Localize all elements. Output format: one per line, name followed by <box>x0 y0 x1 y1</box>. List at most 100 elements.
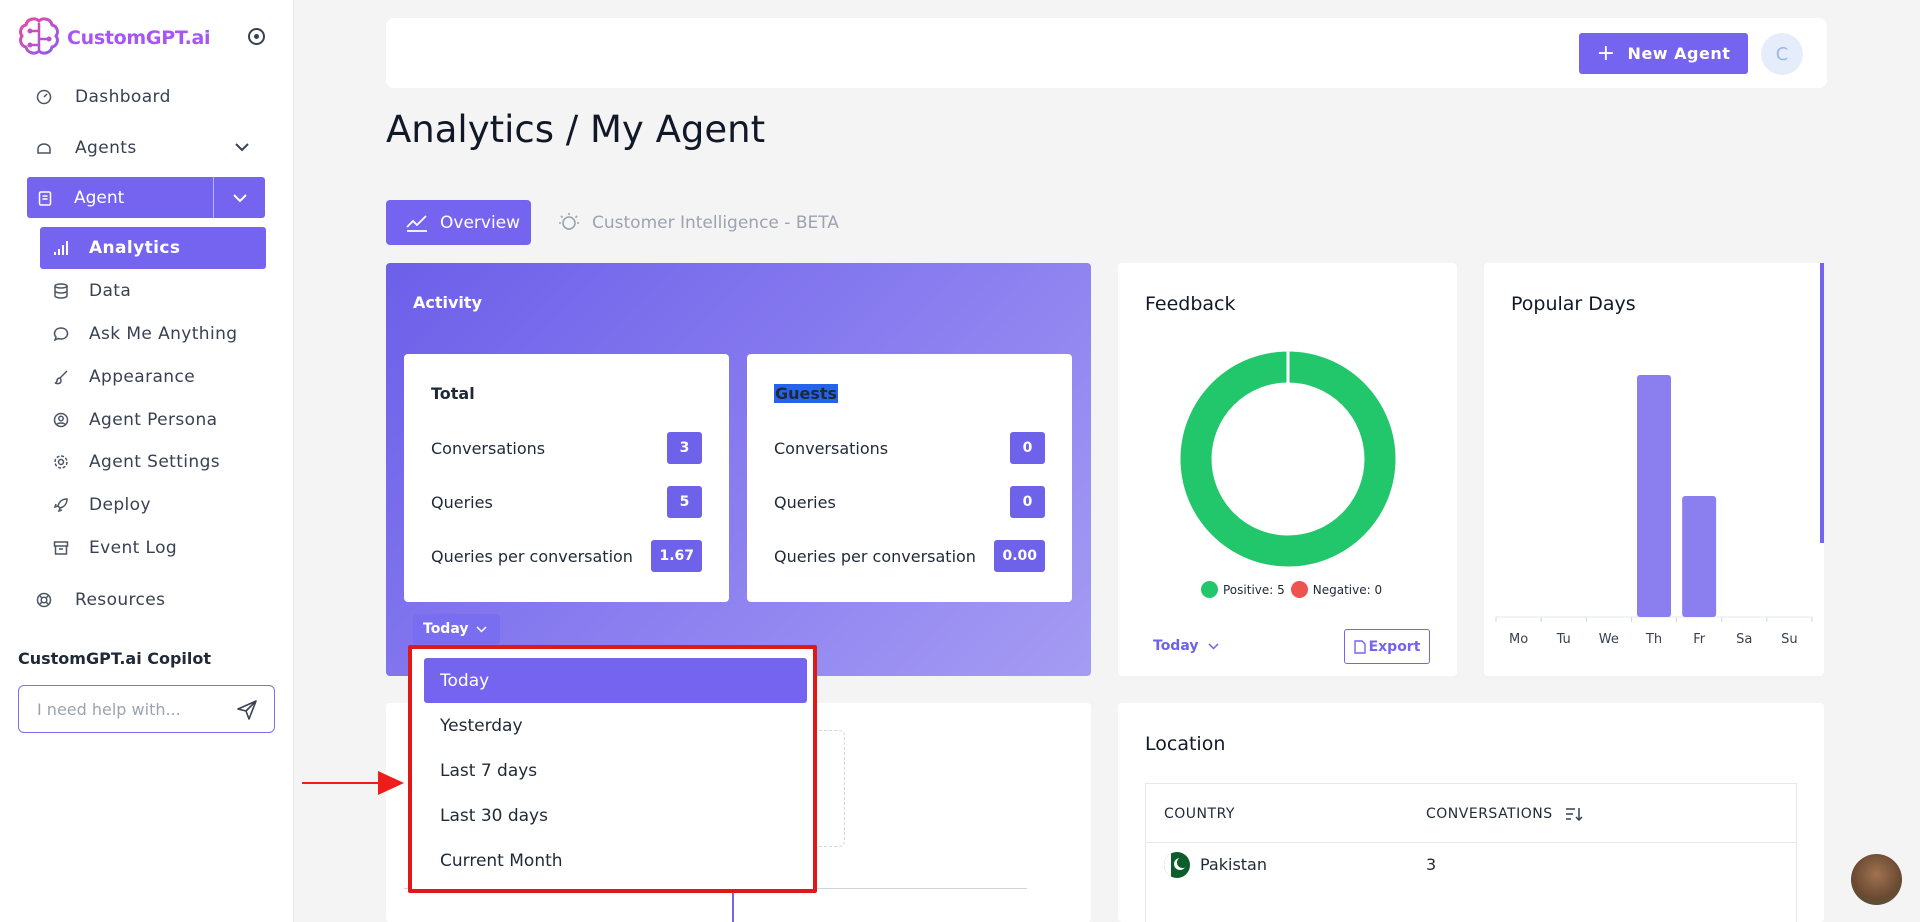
stat-label: Queries <box>431 492 493 512</box>
sidebar-item-appearance[interactable]: Appearance <box>40 356 266 398</box>
bar-th <box>1637 375 1671 617</box>
stat-value-badge: 1.67 <box>651 540 702 572</box>
chart-line <box>732 888 734 922</box>
sidebar-item-deploy[interactable]: Deploy <box>40 484 266 526</box>
feedback-range-dropdown[interactable]: Today <box>1153 638 1220 654</box>
dropdown-option-today[interactable]: Today <box>424 658 807 703</box>
stat-row-conversations: Conversations 3 <box>431 432 702 464</box>
send-icon[interactable] <box>236 699 258 721</box>
total-stats-card: Total Conversations 3 Queries 5 Queries … <box>404 354 729 602</box>
sidebar-item-label: Analytics <box>89 238 181 258</box>
logo-text: CustomGPT.ai <box>67 27 211 49</box>
sidebar-item-label: Agent Persona <box>89 410 218 430</box>
sidebar-item-resources[interactable]: Resources <box>35 590 165 610</box>
avatar[interactable]: C <box>1761 33 1803 75</box>
collapse-sidebar-icon[interactable] <box>248 28 265 45</box>
tab-customer-intelligence[interactable]: Customer Intelligence - BETA <box>558 200 839 245</box>
x-tick-label: Tu <box>1556 632 1571 647</box>
feedback-card: Feedback Positive: 5 Negative: 0 Today E… <box>1118 263 1457 676</box>
gear-icon <box>52 453 70 471</box>
copilot-placeholder: I need help with... <box>37 699 181 719</box>
stat-label: Queries per conversation <box>431 546 633 566</box>
copilot-title: CustomGPT.ai Copilot <box>18 649 212 668</box>
agent-selector[interactable]: Agent <box>27 177 265 218</box>
x-tick-label: Sa <box>1736 632 1752 647</box>
export-label: Export <box>1368 638 1421 655</box>
chevron-down-icon <box>476 625 488 633</box>
sidebar-item-label: Data <box>89 281 132 301</box>
popular-days-chart: Mo Tu We Th Fr Sa Su <box>1495 375 1813 647</box>
sidebar: CustomGPT.ai Dashboard Agents Agent Anal… <box>0 0 294 922</box>
dropdown-option-last-30-days[interactable]: Last 30 days <box>424 793 807 838</box>
location-title: Location <box>1145 733 1226 755</box>
logo[interactable]: CustomGPT.ai <box>17 17 211 59</box>
export-button[interactable]: Export <box>1344 629 1430 664</box>
sidebar-item-agent-settings[interactable]: Agent Settings <box>40 441 266 483</box>
agent-button-label: Agent <box>74 187 125 208</box>
dropdown-option-last-7-days[interactable]: Last 7 days <box>424 748 807 793</box>
feedback-title: Feedback <box>1145 293 1236 315</box>
agent-dropdown-button[interactable] <box>213 177 265 218</box>
scrollbar[interactable] <box>1820 263 1824 543</box>
lifebuoy-icon <box>35 591 53 609</box>
sidebar-item-label: Dashboard <box>75 87 171 107</box>
sidebar-item-data[interactable]: Data <box>40 270 266 312</box>
plus-icon: + <box>1596 41 1616 66</box>
user-circle-icon <box>52 411 70 429</box>
new-agent-button[interactable]: + New Agent <box>1579 33 1748 74</box>
activity-title: Activity <box>413 293 482 312</box>
sidebar-item-analytics[interactable]: Analytics <box>40 227 266 269</box>
x-tick-label: Mo <box>1509 632 1528 647</box>
database-icon <box>52 282 70 300</box>
chevron-down-icon <box>232 193 247 202</box>
total-heading: Total <box>431 384 475 403</box>
sidebar-item-label: Resources <box>75 590 166 610</box>
stat-value-badge: 3 <box>667 432 702 464</box>
bar-fr <box>1682 496 1717 617</box>
range-label: Today <box>423 621 469 637</box>
location-card: Location COUNTRY CONVERSATIONS Pakistan … <box>1118 703 1824 922</box>
dropdown-option-yesterday[interactable]: Yesterday <box>424 703 807 748</box>
clipboard-icon <box>38 190 52 206</box>
stat-row-conversations: Conversations 0 <box>774 432 1045 464</box>
tab-label: Customer Intelligence - BETA <box>592 212 839 233</box>
sidebar-item-agent-persona[interactable]: Agent Persona <box>40 399 266 441</box>
popular-days-card: Popular Days Mo Tu We Th Fr Sa Su <box>1484 263 1824 676</box>
agent-button[interactable]: Agent <box>27 177 213 218</box>
column-header-conversations[interactable]: CONVERSATIONS <box>1426 806 1583 822</box>
sort-icon[interactable] <box>1565 807 1583 821</box>
dropdown-option-current-month[interactable]: Current Month <box>424 838 807 883</box>
tab-label: Overview <box>440 212 521 233</box>
sidebar-item-agents[interactable]: Agents <box>35 138 250 158</box>
sidebar-item-label: Agent Settings <box>89 452 221 472</box>
copilot-input[interactable]: I need help with... <box>18 685 275 733</box>
stat-label: Queries per conversation <box>774 546 976 566</box>
sidebar-item-label: Deploy <box>89 495 151 515</box>
range-label: Today <box>1153 638 1199 654</box>
activity-range-dropdown[interactable]: Today <box>413 614 500 644</box>
negative-label: Negative: 0 <box>1312 582 1383 597</box>
brush-icon <box>52 368 70 386</box>
bar-chart-icon <box>52 239 70 257</box>
sidebar-item-ask-me-anything[interactable]: Ask Me Anything <box>40 313 266 355</box>
activity-card: Activity Total Conversations 3 Queries 5… <box>386 263 1091 676</box>
guests-heading: Guests <box>774 384 839 403</box>
chat-widget-avatar[interactable] <box>1851 854 1902 905</box>
positive-dot <box>1201 581 1218 598</box>
tab-overview[interactable]: Overview <box>386 200 531 245</box>
sidebar-item-dashboard[interactable]: Dashboard <box>35 87 171 107</box>
guests-stats-card: Guests Conversations 0 Queries 0 Queries… <box>747 354 1072 602</box>
chevron-down-icon[interactable] <box>234 142 250 152</box>
stat-label: Queries <box>774 492 836 512</box>
sidebar-item-label: Appearance <box>89 367 196 387</box>
pakistan-flag-icon <box>1164 852 1190 878</box>
country-name: Pakistan <box>1200 855 1267 874</box>
stat-value-badge: 5 <box>667 486 702 518</box>
stat-label: Conversations <box>431 438 546 458</box>
stat-value-badge: 0.00 <box>994 540 1045 572</box>
sidebar-item-label: Event Log <box>89 538 178 558</box>
sidebar-item-event-log[interactable]: Event Log <box>40 527 266 569</box>
negative-dot <box>1290 581 1308 598</box>
x-tick-label: Fr <box>1693 632 1706 647</box>
file-icon <box>1353 639 1366 654</box>
